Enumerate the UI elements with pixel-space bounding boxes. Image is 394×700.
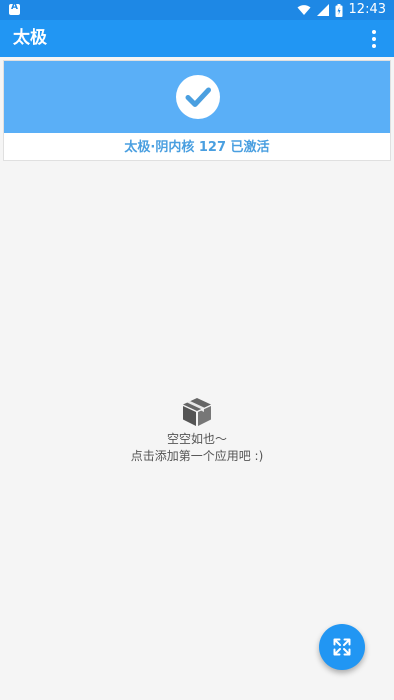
empty-state-hint: 点击添加第一个应用吧 :)	[130, 449, 264, 463]
check-circle-icon	[176, 75, 220, 119]
app-title: 太极	[13, 28, 47, 48]
more-menu-button[interactable]	[362, 26, 386, 52]
notification-icon: A	[9, 2, 20, 15]
add-app-fab[interactable]	[319, 624, 365, 670]
more-vert-icon	[372, 30, 376, 34]
activation-status-text: 太极·阴内核 127 已激活	[124, 140, 270, 155]
box-icon	[183, 398, 211, 426]
expand-arrows-icon	[333, 638, 351, 656]
status-time: 12:43	[348, 2, 386, 17]
activation-banner	[4, 61, 390, 133]
activation-card[interactable]: 太极·阴内核 127 已激活	[3, 60, 391, 161]
battery-icon	[335, 3, 343, 17]
wifi-icon	[297, 5, 311, 15]
status-icons: 12:43	[297, 3, 386, 17]
app-bar: 太极	[0, 20, 394, 57]
empty-state-title: 空空如也～	[166, 432, 227, 446]
signal-icon	[316, 4, 329, 16]
empty-state: 空空如也～ 点击添加第一个应用吧 :)	[0, 395, 394, 465]
status-bar: A 12:43	[0, 0, 394, 20]
